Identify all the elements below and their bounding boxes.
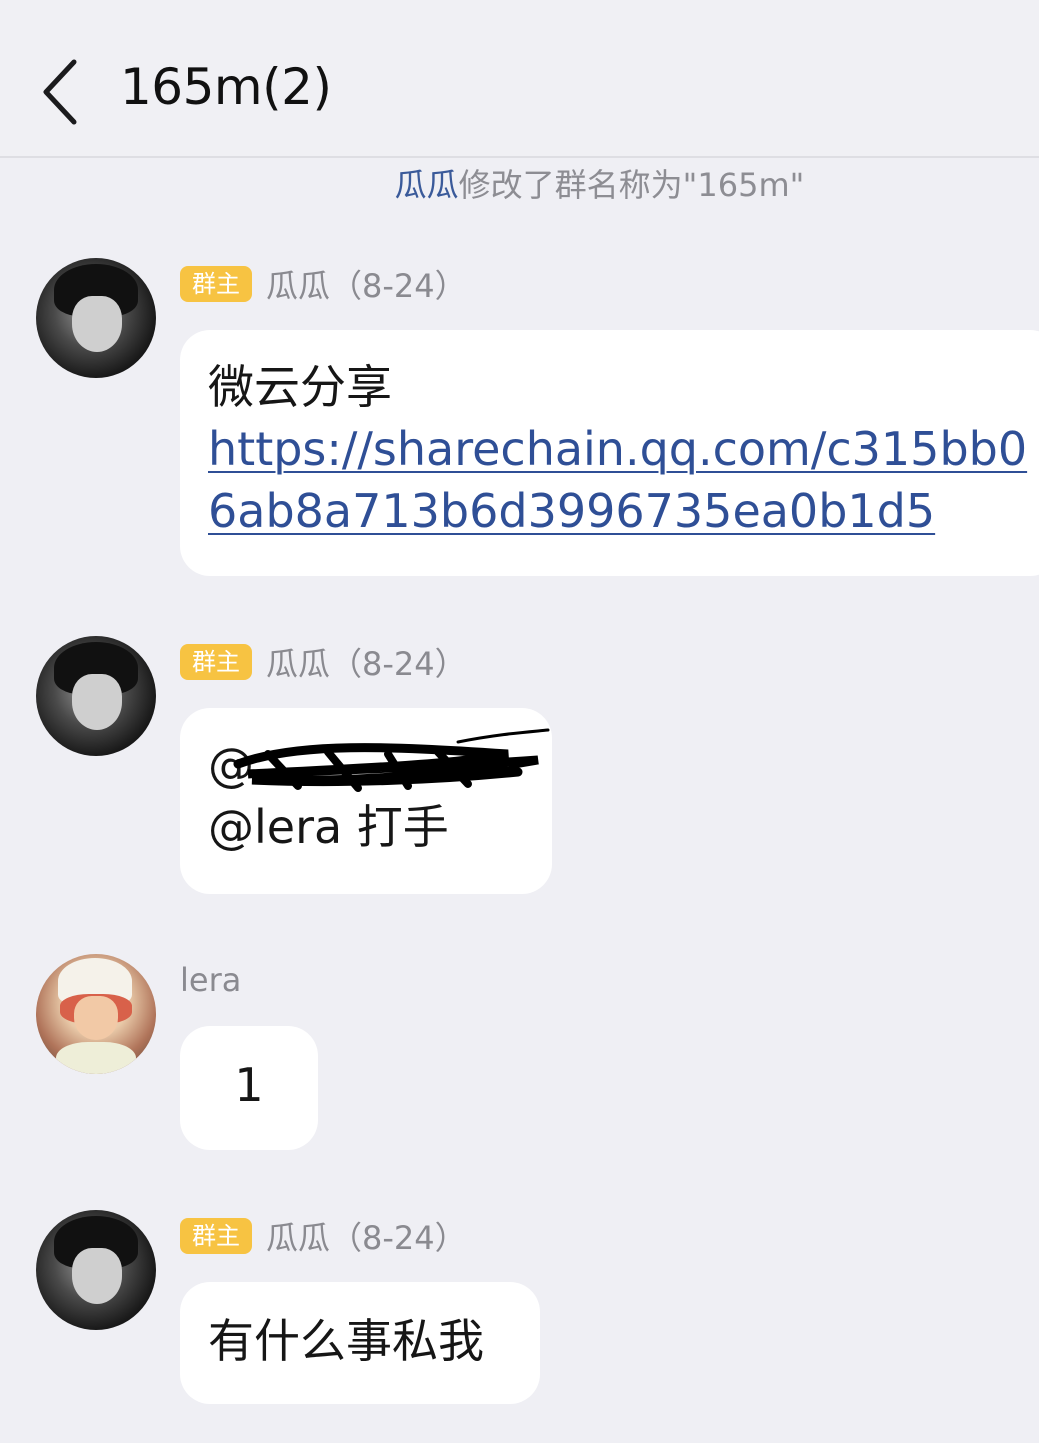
message-link[interactable]: https://sharechain.qq.com/c315bb06ab8a71… xyxy=(208,418,1032,542)
system-notice-actor[interactable]: 瓜瓜 xyxy=(395,166,459,204)
avatar[interactable] xyxy=(36,1210,156,1330)
back-button[interactable] xyxy=(30,52,94,132)
owner-badge: 群主 xyxy=(180,1218,252,1254)
message-text: 微云分享 xyxy=(208,360,392,414)
message-text: 1 xyxy=(234,1058,264,1112)
chevron-left-icon xyxy=(43,59,77,125)
message-meta: lera xyxy=(180,960,241,1000)
sender-name[interactable]: lera xyxy=(180,961,241,999)
nav-bar: 165m(2) xyxy=(0,0,1039,158)
message-text: @lera 打手 xyxy=(208,800,449,854)
sender-name[interactable]: 瓜瓜（8-24） xyxy=(266,639,467,685)
message-meta: 群主 瓜瓜（8-24） xyxy=(180,639,467,685)
message-bubble[interactable]: 微云分享 https://sharechain.qq.com/c315bb06a… xyxy=(180,330,1039,576)
message-meta: 群主 瓜瓜（8-24） xyxy=(180,261,467,307)
system-notice: 瓜瓜修改了群名称为"165m" xyxy=(0,160,1039,206)
avatar[interactable] xyxy=(36,636,156,756)
system-notice-text: 修改了群名称为"165m" xyxy=(458,166,805,204)
avatar[interactable] xyxy=(36,954,156,1074)
message-bubble[interactable]: 1 xyxy=(180,1026,318,1150)
owner-badge: 群主 xyxy=(180,644,252,680)
message-bubble[interactable]: 有什么事私我 xyxy=(180,1282,540,1404)
message-text: 有什么事私我 xyxy=(208,1314,484,1368)
owner-badge: 群主 xyxy=(180,266,252,302)
sender-name[interactable]: 瓜瓜（8-24） xyxy=(266,261,467,307)
message-meta: 群主 瓜瓜（8-24） xyxy=(180,1213,467,1259)
chat-title[interactable]: 165m(2) xyxy=(120,58,332,116)
avatar[interactable] xyxy=(36,258,156,378)
redaction-scribble xyxy=(233,728,550,792)
sender-name[interactable]: 瓜瓜（8-24） xyxy=(266,1213,467,1259)
